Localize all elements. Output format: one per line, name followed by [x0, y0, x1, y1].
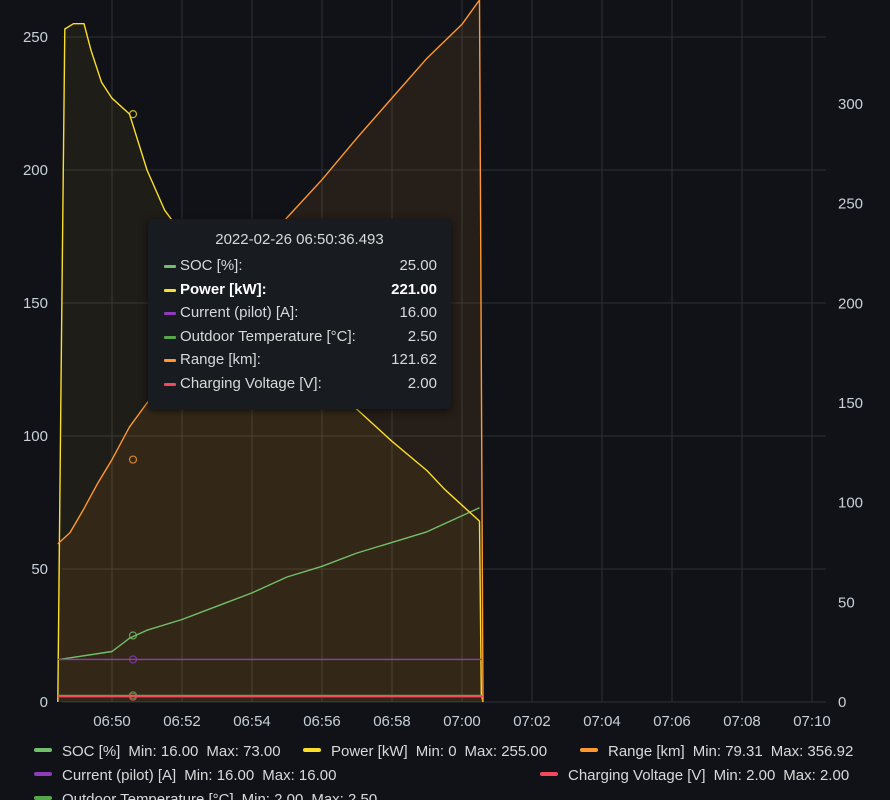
legend-min: Min: 79.31	[692, 743, 763, 760]
tooltip-swatch	[164, 312, 176, 315]
tooltip-label: SOC [%]:	[180, 257, 243, 274]
tooltip-value: 25.00	[399, 257, 437, 274]
legend-item[interactable]: Current (pilot) [A] Min: 16.00 Max: 16.00	[34, 765, 336, 787]
y-left-tick-label: 0	[40, 694, 48, 711]
tooltip-label: Charging Voltage [V]:	[180, 374, 322, 392]
tooltip-row: Charging Voltage [V]: 2.00	[164, 374, 437, 394]
tooltip-value: 2.50	[407, 327, 437, 345]
legend-max: Max: 73.00	[206, 743, 281, 760]
tooltip-swatch	[164, 265, 176, 268]
x-tick-label: 06:58	[373, 713, 411, 730]
tooltip-timestamp: 2022-02-26 06:50:36.493	[215, 231, 384, 248]
y-left-tick-label: 250	[23, 29, 48, 46]
x-tick-label: 06:50	[93, 713, 131, 730]
y-left-tick-label: 150	[23, 295, 48, 312]
legend-item[interactable]: SOC [%] Min: 16.00 Max: 73.00	[34, 741, 281, 763]
tooltip-row: Current (pilot) [A]: 16.00	[164, 303, 437, 323]
tooltip-row: Power [kW]: 221.00	[164, 280, 437, 300]
legend-series-name: Charging Voltage [V]	[568, 767, 706, 784]
legend-swatch	[34, 772, 52, 777]
tooltip-row: Outdoor Temperature [°C]: 2.50	[164, 327, 437, 347]
legend-series-name: Range [km]	[608, 743, 685, 760]
y-left-tick-label: 100	[23, 428, 48, 445]
y-right-tick-label: 150	[838, 395, 863, 412]
tooltip-value: 121.62	[391, 351, 437, 368]
x-tick-label: 06:52	[163, 713, 201, 730]
x-tick-label: 07:02	[513, 713, 551, 730]
legend-min: Min: 0	[415, 743, 457, 760]
legend-item[interactable]: Range [km] Min: 79.31 Max: 356.92	[580, 741, 853, 763]
x-tick-label: 07:08	[723, 713, 761, 730]
legend-item[interactable]: Power [kW] Min: 0 Max: 255.00	[303, 741, 547, 763]
tooltip-label: Current (pilot) [A]:	[180, 304, 299, 321]
legend-series-name: Current (pilot) [A]	[62, 767, 177, 784]
x-tick-label: 06:56	[303, 713, 341, 730]
legend-swatch	[540, 772, 558, 777]
y-right-tick-label: 100	[838, 495, 863, 512]
y-right-tick-label: 200	[838, 295, 863, 312]
y-right-tick-label: 300	[838, 96, 863, 113]
tooltip-swatch	[164, 359, 176, 362]
tooltip-row: SOC [%]: 25.00	[164, 256, 437, 276]
tooltip-label: Outdoor Temperature [°C]:	[180, 327, 356, 345]
legend-item[interactable]: Outdoor Temperature [°C] Min: 2.00 Max: 2.…	[34, 789, 377, 800]
x-tick-label: 06:54	[233, 713, 271, 730]
y-left-tick-label: 200	[23, 162, 48, 179]
legend-max: Max: 255.00	[464, 743, 548, 760]
legend-max: Max: 16.00	[262, 767, 337, 784]
legend-series-name: Power [kW]	[331, 743, 408, 760]
tooltip-row: Range [km]: 121.62	[164, 350, 437, 370]
y-right-tick-label: 50	[838, 594, 855, 611]
tooltip-value: 16.00	[399, 304, 437, 321]
legend-series-name: Outdoor Temperature [°C]	[62, 791, 234, 800]
legend: SOC [%] Min: 16.00 Max: 73.00 Power [kW] Min…	[0, 740, 890, 800]
tooltip-value: 2.00	[407, 374, 437, 392]
tooltip-swatch	[164, 288, 176, 292]
legend-min: Min: 16.00	[184, 767, 255, 784]
legend-max: Max: 2.50	[311, 791, 378, 800]
legend-max: Max: 356.92	[770, 743, 854, 760]
tooltip-label: Power [kW]:	[180, 280, 267, 298]
legend-min: Min: 2.00	[241, 791, 304, 800]
x-tick-label: 07:10	[793, 713, 831, 730]
x-tick-label: 07:06	[653, 713, 691, 730]
tooltip-value: 221.00	[391, 280, 437, 298]
legend-swatch	[34, 748, 52, 753]
chart-panel: 0 50 100 150 200 250 0 50 100 150 200 250 300 06:50 06…	[0, 0, 890, 800]
y-left-tick-label: 50	[31, 561, 48, 578]
legend-swatch	[580, 748, 598, 753]
x-tick-label: 07:00	[443, 713, 481, 730]
y-right-tick-label: 250	[838, 196, 863, 213]
tooltip-swatch	[164, 382, 176, 386]
x-tick-label: 07:04	[583, 713, 621, 730]
legend-min: Min: 16.00	[128, 743, 199, 760]
tooltip-swatch	[164, 335, 176, 339]
legend-max: Max: 2.00	[783, 767, 850, 784]
hover-point	[128, 110, 138, 119]
tooltip-label: Range [km]:	[180, 351, 261, 368]
legend-swatch	[303, 748, 321, 753]
hover-tooltip: 2022-02-26 06:50:36.493 SOC [%]: 25.00 Pow…	[148, 219, 451, 409]
legend-min: Min: 2.00	[713, 767, 776, 784]
y-right-tick-label: 0	[838, 694, 846, 711]
legend-swatch	[34, 796, 52, 800]
legend-series-name: SOC [%]	[62, 743, 121, 760]
legend-item[interactable]: Charging Voltage [V] Min: 2.00 Max: 2.00	[540, 765, 849, 787]
